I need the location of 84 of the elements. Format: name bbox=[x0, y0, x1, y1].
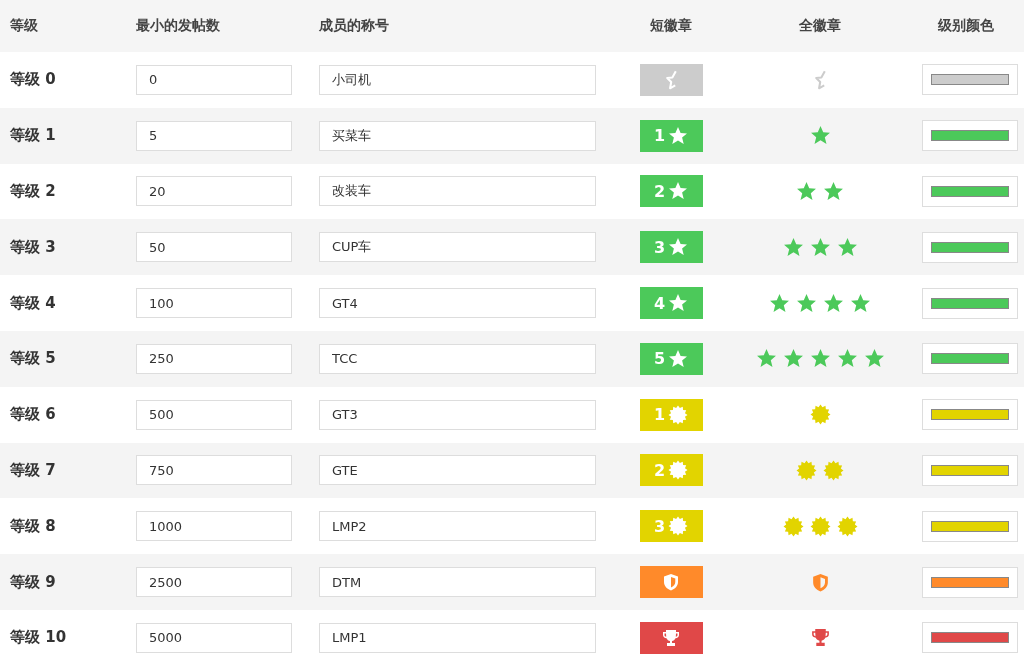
title-field[interactable]: 小司机 bbox=[319, 64, 596, 95]
star-icon bbox=[823, 292, 844, 314]
level-label: 等级 10 bbox=[9, 628, 68, 648]
min-posts-field[interactable]: 100 bbox=[136, 288, 292, 319]
level-label: 等级 8 bbox=[9, 516, 57, 536]
short-badge: 2 bbox=[639, 454, 703, 487]
column-header: 等级 bbox=[9, 17, 39, 35]
color-picker[interactable] bbox=[922, 454, 1018, 486]
color-picker[interactable] bbox=[922, 399, 1018, 431]
color-picker[interactable] bbox=[922, 566, 1018, 598]
column-header: 最小的发帖数 bbox=[136, 17, 221, 35]
color-picker[interactable] bbox=[922, 120, 1018, 152]
title-field[interactable]: DTM bbox=[319, 567, 596, 598]
title-field[interactable]: CUP车 bbox=[319, 232, 596, 263]
title-field[interactable]: LMP2 bbox=[319, 511, 596, 542]
color-picker[interactable] bbox=[922, 64, 1018, 96]
short-badge: 2 bbox=[639, 175, 703, 208]
min-posts-field[interactable]: 750 bbox=[136, 455, 292, 486]
title-field[interactable]: GTE bbox=[319, 455, 596, 486]
title-field[interactable]: GT4 bbox=[319, 288, 596, 319]
short-badge: 1 bbox=[639, 119, 703, 152]
star-icon bbox=[836, 236, 858, 258]
color-picker[interactable] bbox=[922, 176, 1018, 207]
star-icon bbox=[796, 181, 817, 202]
sunburst-icon bbox=[668, 516, 689, 537]
star-icon bbox=[668, 237, 689, 258]
star-icon bbox=[823, 181, 844, 202]
level-label: 等级 1 bbox=[9, 126, 57, 146]
title-field[interactable]: GT3 bbox=[319, 399, 596, 430]
level-label: 等级 4 bbox=[9, 293, 57, 313]
sunburst-icon bbox=[809, 404, 831, 426]
short-badge: 3 bbox=[639, 510, 703, 543]
sunburst-icon bbox=[668, 460, 689, 481]
min-posts-field[interactable]: 20 bbox=[136, 176, 292, 207]
star-icon bbox=[668, 125, 689, 146]
sunburst-icon bbox=[823, 459, 844, 481]
min-posts-field[interactable]: 5000 bbox=[136, 622, 292, 653]
short-badge: 5 bbox=[639, 342, 703, 375]
star-icon bbox=[668, 348, 689, 369]
color-picker[interactable] bbox=[922, 622, 1018, 654]
star-icon bbox=[809, 236, 831, 258]
sunburst-icon bbox=[782, 515, 804, 537]
short-badge: 3 bbox=[639, 231, 703, 264]
min-posts-field[interactable]: 500 bbox=[136, 399, 292, 430]
sunburst-icon bbox=[809, 515, 831, 537]
trophy-icon bbox=[809, 627, 831, 649]
column-header: 成员的称号 bbox=[319, 17, 390, 35]
min-posts-field[interactable]: 2500 bbox=[136, 567, 292, 598]
column-header: 短徽章 bbox=[649, 17, 693, 35]
star-icon bbox=[850, 292, 871, 314]
star-icon bbox=[796, 292, 817, 314]
shield-icon bbox=[661, 572, 681, 593]
short-badge: 1 bbox=[639, 398, 703, 431]
color-picker[interactable] bbox=[922, 343, 1018, 375]
column-header: 级别颜色 bbox=[937, 17, 995, 35]
min-posts-field[interactable]: 1000 bbox=[136, 511, 292, 542]
trophy-icon bbox=[661, 627, 681, 648]
level-label: 等级 0 bbox=[9, 70, 57, 90]
min-posts-field[interactable]: 5 bbox=[136, 120, 292, 151]
min-posts-field[interactable]: 250 bbox=[136, 343, 292, 374]
short-badge: 4 bbox=[639, 287, 703, 320]
sunburst-icon bbox=[668, 404, 689, 425]
column-header: 全徽章 bbox=[798, 17, 842, 35]
star-icon bbox=[668, 293, 689, 314]
title-field[interactable]: 买菜车 bbox=[319, 120, 596, 151]
level-label: 等级 9 bbox=[9, 572, 57, 592]
color-picker[interactable] bbox=[922, 287, 1018, 319]
color-picker[interactable] bbox=[922, 510, 1018, 542]
level-label: 等级 2 bbox=[9, 182, 57, 201]
title-field[interactable]: LMP1 bbox=[319, 622, 596, 653]
sunburst-icon bbox=[836, 515, 858, 537]
level-label: 等级 6 bbox=[9, 405, 57, 425]
color-picker[interactable] bbox=[922, 231, 1018, 263]
level-label: 等级 7 bbox=[9, 460, 57, 480]
star-icon bbox=[782, 236, 804, 258]
sunburst-icon bbox=[796, 459, 817, 481]
title-field[interactable]: 改装车 bbox=[319, 176, 596, 207]
min-posts-field[interactable]: 50 bbox=[136, 232, 292, 263]
level-label: 等级 3 bbox=[9, 237, 57, 257]
star-icon bbox=[668, 181, 689, 202]
star-icon bbox=[769, 292, 790, 314]
min-posts-field[interactable]: 0 bbox=[136, 64, 292, 95]
title-field[interactable]: TCC bbox=[319, 343, 596, 374]
level-label: 等级 5 bbox=[9, 349, 57, 369]
